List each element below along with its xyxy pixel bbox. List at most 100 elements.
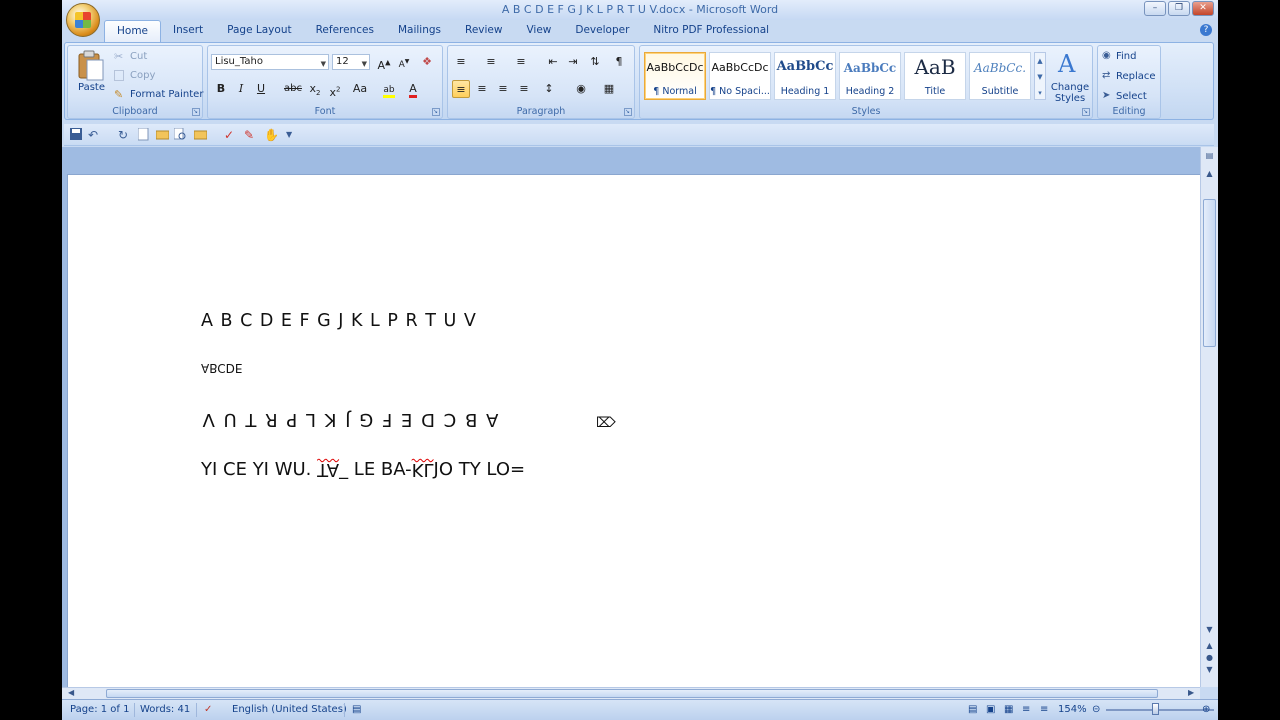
tab-mailings[interactable]: Mailings bbox=[386, 20, 453, 42]
horizontal-scroll-thumb[interactable] bbox=[106, 689, 1158, 698]
align-right-button[interactable]: ≡ bbox=[494, 80, 512, 98]
paste-button[interactable]: Paste bbox=[72, 48, 110, 98]
proofing-icon[interactable]: ✓ bbox=[204, 704, 212, 715]
bullets-button[interactable]: ≡ bbox=[452, 53, 470, 71]
style-normal[interactable]: AaBbCcDc ¶ Normal bbox=[644, 52, 706, 100]
underline-button[interactable]: U bbox=[252, 80, 270, 98]
styles-scroll[interactable]: ▲ ▼ ▾ bbox=[1034, 52, 1046, 100]
folder-icon[interactable] bbox=[193, 128, 208, 142]
previous-page-icon[interactable]: ▲ bbox=[1204, 641, 1215, 650]
language-indicator[interactable]: English (United States) bbox=[232, 704, 347, 715]
horizontal-scrollbar[interactable]: ◀ ▶ bbox=[62, 687, 1200, 699]
next-page-icon[interactable]: ▼ bbox=[1204, 665, 1215, 674]
font-name-combo[interactable]: Lisu_Taho ▼ bbox=[211, 54, 329, 70]
office-button[interactable] bbox=[66, 3, 100, 37]
highlight-button[interactable]: ab bbox=[380, 80, 398, 98]
spelling-icon[interactable]: ✓ bbox=[224, 128, 238, 142]
word-count[interactable]: Words: 41 bbox=[140, 704, 190, 715]
zoom-slider-track[interactable] bbox=[1106, 709, 1214, 711]
hand-icon[interactable]: ✋ bbox=[264, 128, 279, 142]
undo-icon[interactable]: ↶ bbox=[88, 128, 102, 142]
help-icon[interactable]: ? bbox=[1200, 24, 1212, 36]
scroll-left-icon[interactable]: ◀ bbox=[68, 688, 74, 697]
tab-view[interactable]: View bbox=[514, 20, 563, 42]
web-layout-icon[interactable]: ▦ bbox=[1004, 704, 1013, 715]
ruler-toggle-icon[interactable]: ▤ bbox=[1204, 151, 1215, 160]
save-icon[interactable] bbox=[70, 128, 84, 142]
style-heading-2[interactable]: AaBbCc Heading 2 bbox=[839, 52, 901, 100]
style-heading-1[interactable]: AaBbCc Heading 1 bbox=[774, 52, 836, 100]
customize-toolbar-icon[interactable]: ▼ bbox=[286, 130, 300, 144]
numbering-button[interactable]: ≡ bbox=[482, 53, 500, 71]
increase-indent-button[interactable]: ⇥ bbox=[564, 53, 582, 71]
tab-nitro-pdf[interactable]: Nitro PDF Professional bbox=[641, 20, 781, 42]
scroll-right-icon[interactable]: ▶ bbox=[1188, 688, 1194, 697]
font-dialog-launcher[interactable]: ↘ bbox=[432, 108, 440, 116]
font-size-combo[interactable]: 12 ▼ bbox=[332, 54, 370, 70]
tab-page-layout[interactable]: Page Layout bbox=[215, 20, 303, 42]
change-case-button[interactable]: Aa bbox=[348, 80, 372, 98]
copy-button[interactable]: Copy bbox=[112, 69, 200, 85]
cut-button[interactable]: ✂ Cut bbox=[112, 50, 200, 66]
tab-references[interactable]: References bbox=[304, 20, 386, 42]
zoom-level[interactable]: 154% bbox=[1058, 704, 1087, 715]
full-screen-reading-icon[interactable]: ▣ bbox=[986, 704, 995, 715]
macro-recording-icon[interactable]: ▤ bbox=[352, 704, 361, 715]
borders-button[interactable]: ▦ bbox=[600, 80, 618, 98]
draft-view-icon[interactable]: ≡ bbox=[1040, 704, 1048, 715]
new-document-icon[interactable] bbox=[137, 127, 152, 142]
find-button[interactable]: ◉ Find bbox=[1100, 50, 1160, 66]
outline-view-icon[interactable]: ≡ bbox=[1022, 704, 1030, 715]
tab-developer[interactable]: Developer bbox=[563, 20, 641, 42]
format-painter-button[interactable]: ✎ Format Painter bbox=[112, 88, 203, 104]
sort-button[interactable]: ⇅ bbox=[586, 53, 604, 71]
zoom-out-icon[interactable]: ⊝ bbox=[1092, 704, 1100, 715]
style-no-spacing[interactable]: AaBbCcDc ¶ No Spaci... bbox=[709, 52, 771, 100]
redo-icon[interactable]: ↻ bbox=[118, 128, 132, 142]
open-folder-icon[interactable] bbox=[155, 128, 170, 142]
print-layout-view-icon[interactable]: ▤ bbox=[968, 704, 977, 715]
select-button[interactable]: ➤ Select bbox=[1100, 90, 1160, 106]
show-hide-button[interactable]: ¶ bbox=[610, 53, 628, 71]
decrease-indent-button[interactable]: ⇤ bbox=[544, 53, 562, 71]
paragraph-dialog-launcher[interactable]: ↘ bbox=[624, 108, 632, 116]
pencil-icon[interactable]: ✎ bbox=[244, 128, 258, 142]
line-spacing-button[interactable]: ↕ bbox=[540, 80, 558, 98]
zoom-in-icon[interactable]: ⊕ bbox=[1202, 704, 1210, 715]
align-center-button[interactable]: ≡ bbox=[473, 80, 491, 98]
clear-formatting-button[interactable]: ❖ bbox=[418, 53, 436, 71]
document-page[interactable]: A B C D E F G J K L P R T U V ABCDE A B … bbox=[67, 174, 1200, 694]
strikethrough-button[interactable]: abc bbox=[284, 80, 302, 98]
subscript-button[interactable]: x2 bbox=[306, 80, 324, 98]
clipboard-dialog-launcher[interactable]: ↘ bbox=[192, 108, 200, 116]
change-styles-button[interactable]: A Change Styles bbox=[1048, 48, 1092, 104]
minimize-button[interactable]: – bbox=[1144, 1, 1166, 16]
font-color-button[interactable]: A bbox=[404, 80, 422, 98]
style-subtitle[interactable]: AaBbCc. Subtitle bbox=[969, 52, 1031, 100]
tab-review[interactable]: Review bbox=[453, 20, 514, 42]
superscript-button[interactable]: x2 bbox=[326, 80, 344, 99]
styles-dialog-launcher[interactable]: ↘ bbox=[1082, 108, 1090, 116]
page-count[interactable]: Page: 1 of 1 bbox=[70, 704, 129, 715]
bold-button[interactable]: B bbox=[212, 80, 230, 98]
align-left-button[interactable]: ≡ bbox=[452, 80, 470, 98]
close-button[interactable]: ✕ bbox=[1192, 1, 1214, 16]
shrink-font-button[interactable]: A▼ bbox=[395, 53, 413, 71]
browse-object-icon[interactable]: ● bbox=[1204, 653, 1215, 662]
scroll-down-icon[interactable]: ▼ bbox=[1204, 625, 1215, 634]
multilevel-list-button[interactable]: ≡ bbox=[512, 53, 530, 71]
vertical-scroll-thumb[interactable] bbox=[1203, 199, 1216, 347]
zoom-slider-knob[interactable] bbox=[1152, 703, 1159, 715]
shading-button[interactable]: ◉ bbox=[572, 80, 590, 98]
grow-font-button[interactable]: A▲ bbox=[375, 53, 393, 72]
italic-button[interactable]: I bbox=[232, 80, 250, 98]
scroll-up-icon[interactable]: ▲ bbox=[1204, 169, 1215, 178]
justify-button[interactable]: ≡ bbox=[515, 80, 533, 98]
restore-button[interactable]: ❐ bbox=[1168, 1, 1190, 16]
tab-home[interactable]: Home bbox=[104, 20, 162, 42]
vertical-scrollbar[interactable]: ▤ ▲ ▼ ▲ ● ▼ bbox=[1200, 147, 1218, 687]
style-title[interactable]: AaB Title bbox=[904, 52, 966, 100]
replace-button[interactable]: ⇄ Replace bbox=[1100, 70, 1160, 86]
tab-insert[interactable]: Insert bbox=[161, 20, 215, 42]
print-preview-icon[interactable] bbox=[173, 127, 188, 142]
